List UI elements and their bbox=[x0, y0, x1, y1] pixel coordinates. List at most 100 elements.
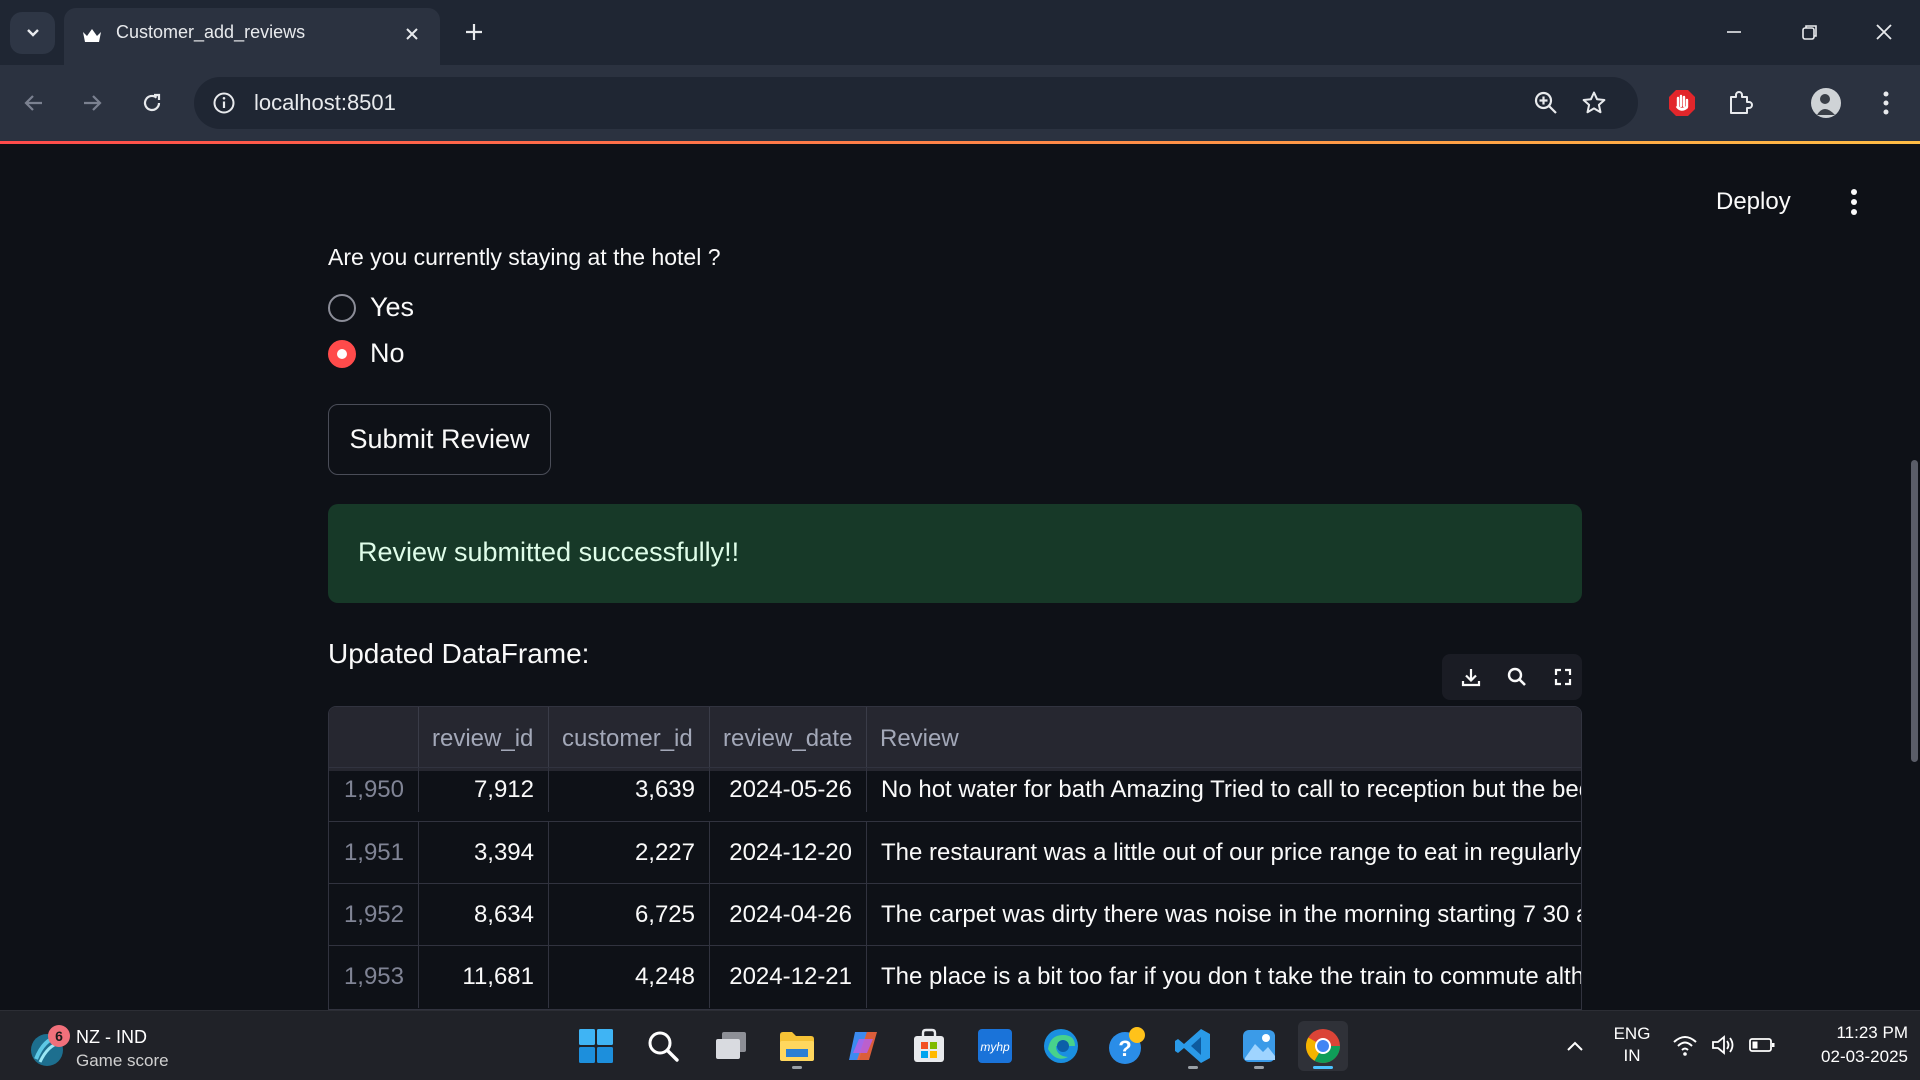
cell-review[interactable]: The restaurant was a little out of our p… bbox=[867, 822, 1581, 884]
show-hidden-icons-button[interactable] bbox=[1562, 1031, 1588, 1061]
browser-menu-button[interactable] bbox=[1866, 83, 1906, 123]
get-help-button[interactable]: ? bbox=[1102, 1021, 1152, 1071]
more-vertical-icon bbox=[1883, 91, 1889, 115]
cell-customer-id[interactable]: 6,725 bbox=[549, 884, 710, 946]
reload-button[interactable] bbox=[132, 83, 172, 123]
restore-button[interactable] bbox=[1790, 14, 1830, 50]
input-language-indicator[interactable]: ENG IN bbox=[1610, 1023, 1654, 1067]
radio-button-checked[interactable] bbox=[328, 339, 356, 368]
zoom-button[interactable] bbox=[1530, 87, 1562, 119]
notification-badge: 6 bbox=[48, 1025, 70, 1047]
microsoft-store-button[interactable] bbox=[904, 1021, 954, 1071]
fullscreen-icon bbox=[1554, 668, 1572, 686]
bookmark-button[interactable] bbox=[1578, 87, 1610, 119]
myhp-icon: myhp bbox=[978, 1029, 1012, 1063]
chrome-button[interactable] bbox=[1298, 1021, 1348, 1071]
dataframe-grid[interactable]: review_id customer_id review_date Review… bbox=[328, 706, 1582, 1010]
cell-review-date[interactable]: 2024-04-26 bbox=[710, 884, 867, 946]
cell-review-id[interactable]: 7,912 bbox=[419, 768, 549, 812]
cell-review[interactable]: The place is a bit too far if you don t … bbox=[867, 946, 1581, 1008]
running-indicator bbox=[1188, 1066, 1198, 1069]
dataframe-toolbar bbox=[1442, 654, 1582, 700]
taskbar: 6 NZ - IND Game score myhp ? ENG IN 11:2… bbox=[0, 1010, 1920, 1080]
cell-review-date[interactable]: 2024-05-26 bbox=[710, 768, 867, 812]
chrome-icon bbox=[1306, 1029, 1340, 1063]
url-text[interactable]: localhost:8501 bbox=[254, 90, 396, 116]
radio-label-no: No bbox=[370, 338, 405, 368]
windows-start-icon bbox=[579, 1029, 613, 1063]
clock-date: 02-03-2025 bbox=[1821, 1047, 1908, 1066]
deploy-button[interactable]: Deploy bbox=[1716, 188, 1791, 216]
page-scrollbar[interactable] bbox=[1911, 460, 1918, 762]
address-bar[interactable]: localhost:8501 bbox=[194, 77, 1638, 129]
cell-review[interactable]: The carpet was dirty there was noise in … bbox=[867, 884, 1581, 946]
copilot-button[interactable] bbox=[838, 1021, 888, 1071]
start-button[interactable] bbox=[571, 1021, 621, 1071]
taskbar-search-button[interactable] bbox=[638, 1021, 688, 1071]
cell-review[interactable]: No hot water for bath Amazing Tried to c… bbox=[867, 768, 1581, 812]
cell-customer-id[interactable]: 2,227 bbox=[549, 822, 710, 884]
myhp-button[interactable]: myhp bbox=[970, 1021, 1020, 1071]
download-button[interactable] bbox=[1456, 662, 1486, 692]
profile-button[interactable] bbox=[1806, 83, 1846, 123]
app-menu-button[interactable] bbox=[1838, 184, 1870, 220]
arrow-left-icon bbox=[24, 95, 42, 111]
vscode-icon bbox=[1175, 1029, 1210, 1063]
extension-adblock-button[interactable] bbox=[1662, 83, 1702, 123]
puzzle-icon bbox=[1730, 91, 1753, 114]
dataframe-heading: Updated DataFrame: bbox=[328, 638, 590, 669]
battery-icon bbox=[1749, 1038, 1775, 1052]
header-index[interactable] bbox=[329, 707, 419, 771]
minimize-button[interactable] bbox=[1714, 14, 1754, 50]
header-review-id[interactable]: review_id bbox=[419, 707, 549, 771]
cell-review-id[interactable]: 11,681 bbox=[419, 946, 549, 1008]
table-row[interactable]: 1,952 8,634 6,725 2024-04-26 The carpet … bbox=[329, 883, 1581, 946]
close-window-button[interactable] bbox=[1864, 14, 1904, 50]
header-customer-id[interactable]: customer_id bbox=[549, 707, 710, 771]
vscode-button[interactable] bbox=[1168, 1021, 1218, 1071]
table-row[interactable]: 1,953 11,681 4,248 2024-12-21 The place … bbox=[329, 945, 1581, 1008]
header-review-date[interactable]: review_date bbox=[710, 707, 867, 771]
submit-review-button[interactable]: Submit Review bbox=[328, 404, 551, 475]
crown-favicon-icon bbox=[83, 29, 101, 42]
language-code: ENG bbox=[1613, 1024, 1651, 1043]
browser-tab-active[interactable]: Customer_add_reviews bbox=[64, 8, 440, 65]
cell-customer-id[interactable]: 3,639 bbox=[549, 768, 710, 812]
table-row[interactable]: 1,951 3,394 2,227 2024-12-20 The restaur… bbox=[329, 821, 1581, 884]
svg-text:?: ? bbox=[1118, 1036, 1131, 1061]
site-info-button[interactable] bbox=[208, 87, 240, 119]
new-tab-button[interactable] bbox=[458, 16, 490, 48]
more-vertical-icon bbox=[1851, 189, 1857, 215]
running-indicator-active bbox=[1313, 1066, 1333, 1069]
edge-button[interactable] bbox=[1036, 1021, 1086, 1071]
edge-icon bbox=[1044, 1029, 1078, 1063]
back-button[interactable] bbox=[14, 83, 54, 123]
cell-customer-id[interactable]: 4,248 bbox=[549, 946, 710, 1008]
radio-option-yes[interactable]: Yes bbox=[328, 292, 414, 323]
radio-option-no[interactable]: No bbox=[328, 338, 405, 369]
tab-search-button[interactable] bbox=[10, 12, 55, 54]
svg-text:myhp: myhp bbox=[980, 1040, 1010, 1054]
quick-settings-button[interactable] bbox=[1672, 1029, 1778, 1063]
close-tab-button[interactable] bbox=[398, 20, 426, 48]
forward-button[interactable] bbox=[72, 83, 112, 123]
download-icon bbox=[1461, 669, 1481, 687]
task-view-button[interactable] bbox=[706, 1021, 756, 1071]
weather-widget[interactable]: 6 NZ - IND Game score bbox=[28, 1021, 198, 1073]
system-clock[interactable]: 11:23 PM 02-03-2025 bbox=[1788, 1021, 1908, 1069]
header-review[interactable]: Review bbox=[867, 707, 1581, 771]
cell-review-date[interactable]: 2024-12-20 bbox=[710, 822, 867, 884]
cell-review-id[interactable]: 3,394 bbox=[419, 822, 549, 884]
table-row[interactable]: 1,950 7,912 3,639 2024-05-26 No hot wate… bbox=[329, 767, 1581, 829]
folder-icon bbox=[780, 1032, 814, 1061]
file-explorer-button[interactable] bbox=[772, 1021, 822, 1071]
extensions-button[interactable] bbox=[1720, 83, 1760, 123]
cell-review-date[interactable]: 2024-12-21 bbox=[710, 946, 867, 1008]
fullscreen-button[interactable] bbox=[1548, 662, 1578, 692]
help-icon: ? bbox=[1109, 1027, 1145, 1064]
photos-button[interactable] bbox=[1234, 1021, 1284, 1071]
zoom-in-icon bbox=[1534, 91, 1557, 114]
radio-button-unchecked[interactable] bbox=[328, 293, 356, 322]
table-search-button[interactable] bbox=[1502, 662, 1532, 692]
cell-review-id[interactable]: 8,634 bbox=[419, 884, 549, 946]
